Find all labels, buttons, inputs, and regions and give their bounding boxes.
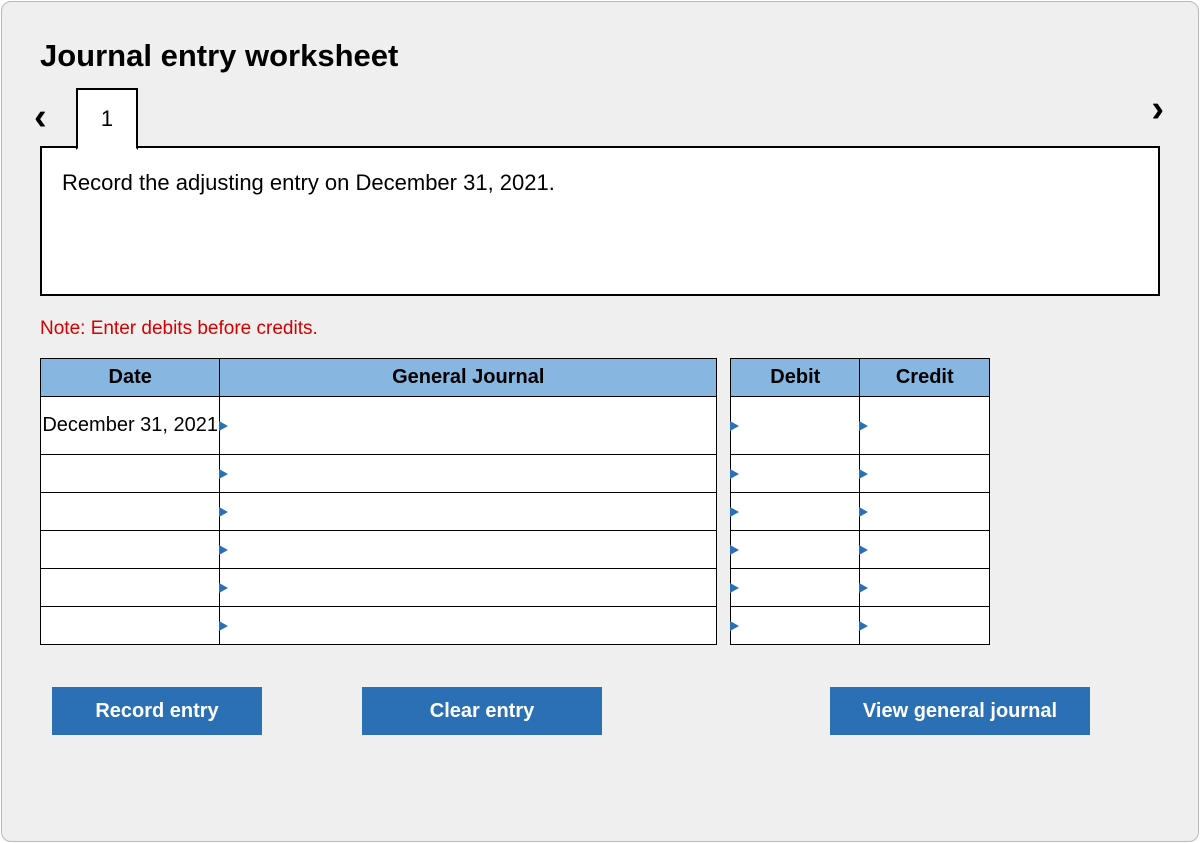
cell-credit[interactable] [860,607,990,645]
cell-date[interactable] [41,569,220,607]
table-row [41,493,990,531]
cell-debit[interactable] [731,493,860,531]
cell-date[interactable] [41,607,220,645]
cell-general-journal[interactable] [220,455,717,493]
cell-gap [717,569,731,607]
cell-general-journal[interactable] [220,569,717,607]
view-general-journal-button[interactable]: View general journal [830,687,1090,735]
cell-gap [717,607,731,645]
cell-debit[interactable] [731,455,860,493]
tab-1[interactable]: 1 [76,88,138,150]
page-title: Journal entry worksheet [40,38,1160,74]
table-row: December 31, 2021 [41,397,990,455]
cell-credit[interactable] [860,397,990,455]
instruction-text: Record the adjusting entry on December 3… [62,170,555,195]
worksheet-panel: Journal entry worksheet ‹ 1 › Record the… [1,1,1199,842]
cell-date[interactable] [41,455,220,493]
tab-wrap: 1 [76,88,138,150]
header-general-journal: General Journal [220,359,717,397]
header-date: Date [41,359,220,397]
button-row: Record entry Clear entry View general jo… [40,687,1090,735]
cell-debit[interactable] [731,397,860,455]
record-entry-button[interactable]: Record entry [52,687,262,735]
cell-gap [717,493,731,531]
cell-credit[interactable] [860,455,990,493]
chevron-right-icon[interactable]: › [1147,90,1168,128]
cell-date[interactable]: December 31, 2021 [41,397,220,455]
table-row [41,455,990,493]
table-row [41,607,990,645]
cell-debit[interactable] [731,569,860,607]
cell-general-journal[interactable] [220,397,717,455]
journal-table: Date General Journal Debit Credit Decemb… [40,358,990,645]
header-credit: Credit [860,359,990,397]
tab-nav-row: ‹ 1 › [40,86,1160,148]
cell-general-journal[interactable] [220,607,717,645]
cell-debit[interactable] [731,531,860,569]
cell-credit[interactable] [860,569,990,607]
cell-gap [717,531,731,569]
clear-entry-button[interactable]: Clear entry [362,687,602,735]
header-gap [717,359,731,397]
cell-gap [717,397,731,455]
cell-gap [717,455,731,493]
cell-debit[interactable] [731,607,860,645]
note-text: Note: Enter debits before credits. [40,318,1160,340]
cell-credit[interactable] [860,531,990,569]
chevron-left-icon[interactable]: ‹ [30,98,51,136]
cell-general-journal[interactable] [220,531,717,569]
table-row [41,531,990,569]
cell-credit[interactable] [860,493,990,531]
table-row [41,569,990,607]
header-debit: Debit [731,359,860,397]
cell-date[interactable] [41,531,220,569]
instruction-box: Record the adjusting entry on December 3… [40,146,1160,296]
cell-general-journal[interactable] [220,493,717,531]
cell-date[interactable] [41,493,220,531]
